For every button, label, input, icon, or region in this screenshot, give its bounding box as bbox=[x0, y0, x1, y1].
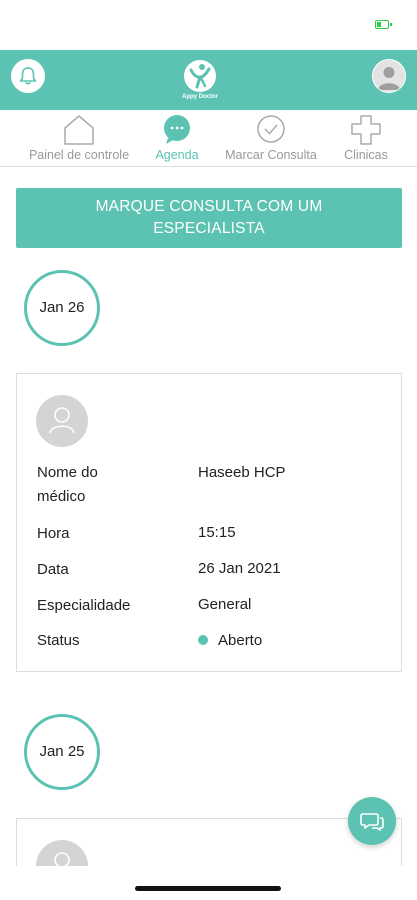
status-dot-icon bbox=[198, 634, 208, 645]
app-logo: Appy Doctor bbox=[178, 60, 222, 104]
bottom-safe-area bbox=[0, 866, 417, 900]
date-label: Data bbox=[37, 561, 69, 578]
cta-line-2: ESPECIALISTA bbox=[153, 220, 265, 237]
time-value: 15:15 bbox=[198, 524, 236, 541]
book-specialist-button[interactable]: MARQUE CONSULTA COM UM ESPECIALISTA bbox=[16, 188, 402, 248]
tab-agenda[interactable]: Agenda bbox=[146, 110, 208, 166]
chat-icon bbox=[360, 813, 384, 831]
tab-label: Painel de controle bbox=[28, 148, 130, 162]
status-text: Aberto bbox=[218, 632, 263, 649]
top-tab-bar: Painel de controle Agenda Marcar Consult… bbox=[0, 110, 417, 167]
time-label: Hora bbox=[37, 525, 70, 542]
logo-mark-icon bbox=[184, 60, 216, 92]
tab-label: Agenda bbox=[155, 148, 199, 162]
tab-label: Marcar Consulta bbox=[225, 148, 317, 162]
user-avatar-icon bbox=[378, 67, 400, 90]
doctor-avatar bbox=[36, 395, 88, 447]
date-value: 26 Jan 2021 bbox=[198, 560, 281, 577]
doctor-name-value: Haseeb HCP bbox=[198, 464, 286, 481]
appointment-card[interactable]: Nome do médico Haseeb HCP Hora 15:15 Dat… bbox=[16, 373, 402, 672]
cta-line-1: MARQUE CONSULTA COM UM bbox=[95, 198, 323, 215]
status-bar bbox=[0, 0, 417, 50]
notifications-button[interactable] bbox=[11, 59, 45, 93]
specialty-label: Especialidade bbox=[37, 597, 131, 614]
home-icon bbox=[64, 115, 94, 145]
chat-bubble-icon bbox=[164, 115, 190, 144]
app-header: Appy Doctor bbox=[0, 50, 417, 110]
home-indicator[interactable] bbox=[135, 886, 281, 891]
logo-text: Appy Doctor bbox=[182, 94, 218, 100]
status-label: Status bbox=[37, 632, 80, 649]
plus-cross-icon bbox=[351, 115, 381, 145]
profile-avatar-button[interactable] bbox=[372, 59, 406, 93]
status-value: Aberto bbox=[198, 629, 262, 653]
tab-marcar-consulta[interactable]: Marcar Consulta bbox=[222, 110, 320, 166]
date-badge: Jan 25 bbox=[24, 714, 100, 790]
specialty-value: General bbox=[198, 596, 252, 613]
battery-icon bbox=[375, 20, 392, 29]
check-circle-icon bbox=[257, 115, 285, 143]
tab-painel-de-controle[interactable]: Painel de controle bbox=[20, 110, 138, 166]
user-avatar-icon bbox=[49, 407, 75, 434]
doctor-name-label: Nome do médico bbox=[37, 464, 98, 505]
bell-icon bbox=[19, 67, 37, 85]
tab-clinicas[interactable]: Clinicas bbox=[336, 110, 396, 166]
tab-label: Clinicas bbox=[344, 148, 388, 162]
chat-button[interactable] bbox=[348, 797, 396, 845]
date-badge: Jan 26 bbox=[24, 270, 100, 346]
